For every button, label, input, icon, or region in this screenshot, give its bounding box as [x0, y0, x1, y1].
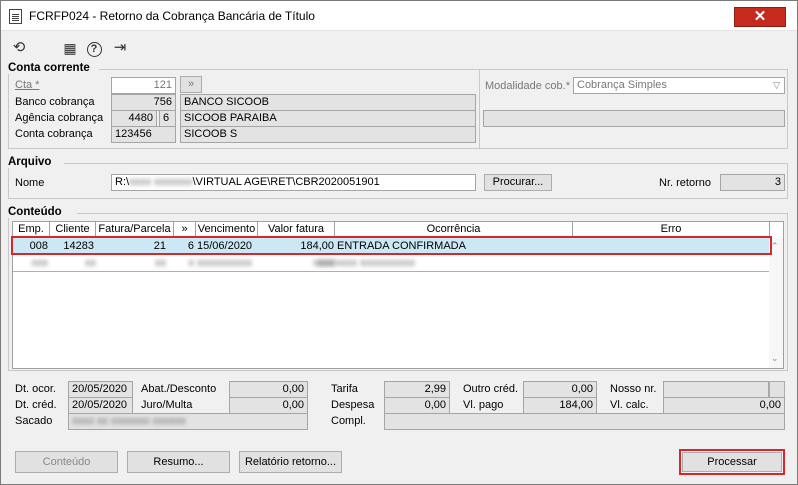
form-icon [9, 9, 22, 24]
cell-ocorrencia: xxxxxxxx xxxxxxxxxx [313, 257, 416, 269]
group-line [64, 163, 787, 164]
nome-label: Nome [15, 177, 45, 189]
path-prefix: R:\ [115, 176, 130, 188]
sacado-field: xxxx xx xxxxxxx xxxxxx [68, 413, 308, 430]
conteudo-button[interactable]: Conteúdo [15, 451, 118, 473]
vl-calc-field: 0,00 [663, 397, 785, 414]
row-divider [13, 271, 770, 272]
conta-label: Conta cobrança [15, 128, 93, 140]
dt-cred-field: 20/05/2020 [68, 397, 133, 414]
refresh-icon[interactable]: ⟲ [9, 38, 29, 58]
cta-lookup-button[interactable]: » [180, 76, 202, 93]
vl-pago-label: Vl. pago [463, 399, 504, 411]
tarifa-field: 2,99 [384, 381, 450, 398]
group-title: Arquivo [8, 156, 55, 168]
group-line [480, 69, 787, 70]
col-cliente[interactable]: Cliente [50, 222, 96, 237]
chevron-down-icon: ▽ [773, 80, 780, 90]
cell-emp: xxx [31, 257, 49, 269]
col-valor[interactable]: Valor fatura [258, 222, 335, 237]
juro-field: 0,00 [229, 397, 308, 414]
dt-cred-label: Dt. créd. [15, 399, 57, 411]
modalidade-info-field [483, 110, 785, 127]
outro-cred-field: 0,00 [523, 381, 597, 398]
sacado-value: xxxx xx xxxxxxx xxxxxx [72, 415, 186, 427]
resumo-button[interactable]: Resumo... [127, 451, 230, 473]
arquivo-path-input[interactable]: R:\xxxx xxxxxxx\VIRTUAL AGE\RET\CBR20200… [111, 174, 476, 191]
nosso-nr-field [663, 381, 769, 398]
agencia-label: Agência cobrança [15, 112, 104, 124]
help-icon[interactable]: ? [84, 38, 104, 58]
path-blurred: xxxx xxxxxxx [129, 176, 193, 188]
agencia-code-field: 4480 [111, 110, 157, 127]
window-title: FCRFP024 - Retorno da Cobrança Bancária … [29, 9, 315, 23]
nr-retorno-label: Nr. retorno [659, 177, 711, 189]
exit-icon[interactable]: ⇥ [110, 38, 130, 58]
highlight-selected-row [11, 236, 772, 255]
col-fatura[interactable]: Fatura/Parcela [96, 222, 174, 237]
group-line [99, 69, 479, 70]
cell-vencimento: xxxxxxxxxx [197, 257, 252, 269]
cta-input[interactable]: 121 [111, 77, 176, 94]
col-ocorrencia[interactable]: Ocorrência [335, 222, 573, 237]
tarifa-label: Tarifa [331, 383, 358, 395]
juro-label: Juro/Multa [141, 399, 193, 411]
cell-fatura: xx [155, 257, 166, 269]
col-vencimento[interactable]: Vencimento [196, 222, 258, 237]
group-title: Conteúdo [8, 206, 65, 218]
col-erro[interactable]: Erro [573, 222, 770, 237]
calendar-icon[interactable]: ▦ [60, 38, 80, 58]
cell-cliente: xx [85, 257, 96, 269]
conta-code-field: 123456 [111, 126, 176, 143]
despesa-label: Despesa [331, 399, 375, 411]
group-title: Conta corrente [8, 62, 93, 74]
compl-label: Compl. [331, 415, 366, 427]
agencia-name-field: SICOOB PARAIBA [180, 110, 476, 127]
abat-label: Abat./Desconto [141, 383, 217, 395]
table-row[interactable]: xxx xx xx x xxxxxxxxxx xxx xxxxxxxx xxxx… [13, 255, 770, 272]
banco-code-field: 756 [111, 94, 176, 111]
highlight-processar [679, 449, 785, 475]
vl-pago-field: 184,00 [523, 397, 597, 414]
compl-field [384, 413, 785, 430]
cell-parcela: x [188, 257, 195, 269]
banco-name-field: BANCO SICOOB [180, 94, 476, 111]
banco-label: Banco cobrança [15, 96, 95, 108]
modalidade-value: Cobrança Simples [577, 79, 667, 91]
col-parcela[interactable]: » [174, 222, 196, 237]
cta-label: Cta * [15, 79, 40, 91]
path-suffix: \VIRTUAL AGE\RET\CBR2020051901 [192, 176, 380, 188]
col-emp[interactable]: Emp. [13, 222, 50, 237]
help-glyph: ? [86, 42, 102, 57]
nr-retorno-field: 3 [720, 174, 785, 191]
relatorio-retorno-button[interactable]: Relatório retorno... [239, 451, 342, 473]
nosso-nr-button[interactable] [769, 381, 785, 398]
abat-field: 0,00 [229, 381, 308, 398]
scroll-down-icon[interactable]: ⌄ [771, 353, 779, 364]
sacado-label: Sacado [15, 415, 53, 427]
modalidade-label: Modalidade cob.* [485, 80, 571, 92]
procurar-button[interactable]: Procurar... [484, 174, 552, 191]
dt-ocor-field: 20/05/2020 [68, 381, 133, 398]
despesa-field: 0,00 [384, 397, 450, 414]
window: FCRFP024 - Retorno da Cobrança Bancária … [0, 0, 798, 485]
dt-ocor-label: Dt. ocor. [15, 383, 56, 395]
scroll-up-icon[interactable]: ⌃ [771, 241, 779, 252]
agencia-digit-field: 6 [159, 110, 176, 127]
conta-name-field: SICOOB S [180, 126, 476, 143]
close-button[interactable]: ✕ [734, 7, 786, 27]
title-bar: FCRFP024 - Retorno da Cobrança Bancária … [1, 1, 797, 31]
vl-calc-label: Vl. calc. [610, 399, 649, 411]
nosso-nr-label: Nosso nr. [610, 383, 657, 395]
modalidade-select[interactable]: Cobrança Simples ▽ [573, 77, 785, 94]
vertical-scrollbar[interactable]: ⌃ ⌄ [769, 238, 783, 368]
group-line [77, 213, 787, 214]
outro-cred-label: Outro créd. [463, 383, 519, 395]
